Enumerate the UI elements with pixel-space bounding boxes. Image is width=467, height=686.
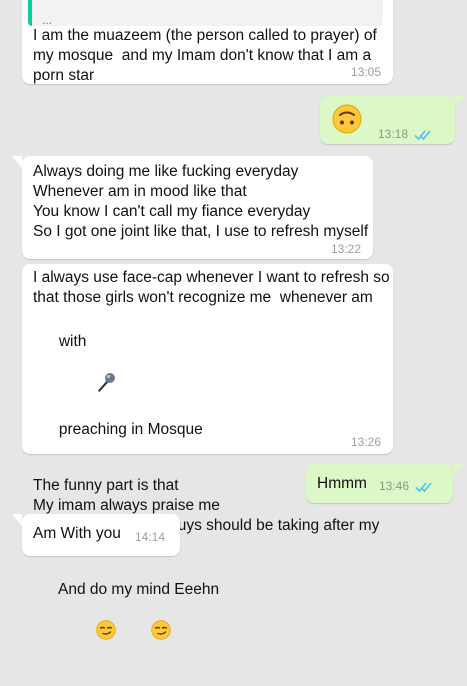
message-fragment: And do my mind Eeehn	[57, 581, 220, 598]
message-bubble-incoming[interactable]: Always doing me like fucking everyday Wh…	[22, 156, 373, 259]
bubble-tail	[455, 96, 465, 108]
message-timestamp: 13:46	[379, 479, 410, 493]
bubble-tail	[453, 464, 463, 476]
read-receipt-icon	[414, 127, 432, 141]
message-line: my mosque and my Imam don't know that I …	[33, 47, 372, 64]
read-receipt-icon	[415, 479, 433, 493]
bubble-tail	[12, 514, 22, 526]
smirking-face-emoji	[116, 600, 171, 666]
message-text: I am the muazeem (the person called to p…	[33, 26, 393, 86]
smirking-face-emoji	[62, 600, 116, 666]
message-line: porn star	[33, 67, 95, 84]
quoted-reply[interactable]: ...	[28, 0, 383, 27]
message-timestamp: 13:26	[351, 435, 382, 449]
message-fragment: preaching in Mosque	[58, 421, 203, 438]
message-text: Am With you	[33, 525, 121, 542]
message-bubble-outgoing[interactable]: Hmmm 13:46	[306, 464, 453, 503]
message-bubble-incoming[interactable]: I always use face-cap whenever I want to…	[22, 264, 393, 640]
message-line: You know I can't call my fiance everyday	[33, 203, 311, 220]
quote-bar	[28, 0, 32, 26]
microphone-icon	[61, 352, 117, 420]
message-line: I always use face-cap whenever I want to…	[33, 269, 390, 286]
message-timestamp: 14:14	[135, 530, 166, 544]
message-text: Always doing me like fucking everyday Wh…	[33, 162, 373, 242]
message-line: I am the muazeem (the person called to p…	[33, 27, 377, 44]
message-timestamp: 13:05	[351, 65, 382, 79]
message-line: Always doing me like fucking everyday	[33, 163, 299, 180]
message-bubble-incoming[interactable]: ... I am the muazeem (the person called …	[22, 0, 393, 84]
message-line: that those girls won't recognize me when…	[33, 289, 373, 306]
message-line-with-emoji: And do my mind Eeehn	[33, 560, 393, 686]
message-timestamp: 13:22	[331, 242, 362, 256]
message-text: Hmmm	[317, 475, 367, 492]
bubble-tail	[12, 156, 22, 168]
message-line: Whenever am in mood like that	[33, 183, 247, 200]
message-line-with-icon: with preaching in Mosque	[33, 312, 393, 460]
message-bubble-outgoing[interactable]: 13:18	[320, 96, 455, 144]
message-line: So I got one joint like that, I use to r…	[33, 223, 369, 240]
upside-down-face-emoji	[332, 104, 362, 134]
message-fragment: with	[58, 333, 87, 350]
message-timestamp: 13:18	[378, 127, 409, 141]
